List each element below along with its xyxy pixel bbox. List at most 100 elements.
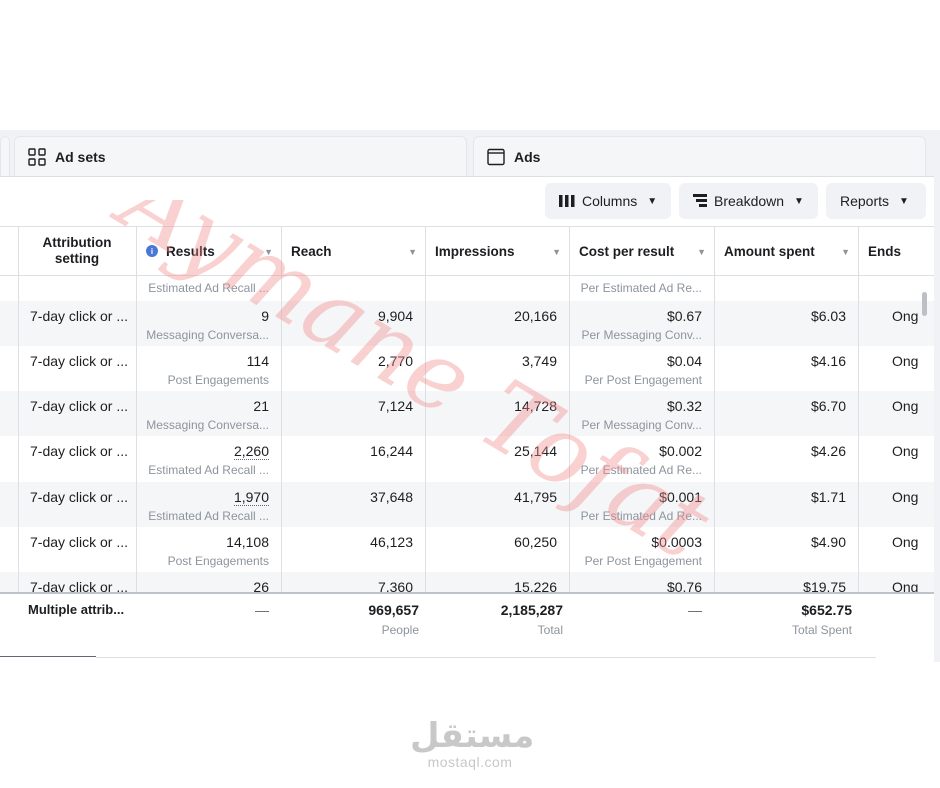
totals-impressions: 2,185,287	[500, 602, 563, 618]
header-reach[interactable]: Reach ▼	[281, 227, 425, 275]
impressions-value: 15,226	[514, 579, 557, 592]
attribution-value: 7-day click or ...	[30, 398, 129, 414]
cost-value: $0.76	[666, 579, 702, 592]
impressions-cell: 14,728	[425, 391, 569, 436]
mostaql-logo-latin: mostaql.com	[427, 754, 513, 770]
spent-cell: $1.71	[714, 482, 858, 527]
header-impressions[interactable]: Impressions ▼	[425, 227, 569, 275]
table-row[interactable]: 7-day click or ... 26 7,360 15,226 $0.76 $19.…	[0, 572, 934, 592]
impressions-cell: 60,250	[425, 527, 569, 572]
reach-value: 37,648	[370, 489, 413, 505]
ends-cell: Ong	[858, 482, 934, 527]
results-cell: 114 Post Engagements	[136, 346, 281, 391]
ends-value: Ong	[892, 489, 919, 505]
table-row[interactable]: 7-day click or ... 114 Post Engagements 2,7…	[0, 346, 934, 391]
table-row[interactable]: 7-day click or ... 21 Messaging Conversa..…	[0, 391, 934, 436]
breakdown-button[interactable]: Breakdown ▼	[679, 183, 818, 219]
header-attribution-setting[interactable]: Attribution setting	[18, 227, 136, 275]
ends-value: Ong	[892, 534, 919, 550]
chevron-down-icon: ▼	[794, 195, 804, 207]
table-row[interactable]: 7-day click or ... 2,260 Estimated Ad Reca…	[0, 436, 934, 481]
results-value: 1,970	[233, 489, 269, 506]
cost-sub: Per Post Engagement	[584, 373, 702, 387]
spent-cell: $6.03	[714, 301, 858, 346]
attribution-value: 7-day click or ...	[30, 489, 129, 505]
spent-cell: $4.90	[714, 527, 858, 572]
table-header: Attribution setting i Results ▼ Reach ▼ …	[0, 226, 934, 276]
impressions-cell: 15,226	[425, 572, 569, 592]
impressions-value: 41,795	[514, 489, 557, 505]
cost-sub: Per Messaging Conv...	[581, 418, 703, 432]
table-row-partial: Estimated Ad Recall ... Per Estimated Ad…	[0, 275, 934, 300]
horizontal-scrollbar[interactable]	[0, 656, 96, 657]
sort-caret-icon[interactable]: ▼	[264, 247, 273, 257]
results-cell: 26	[136, 572, 281, 592]
tab-ad-sets[interactable]: Ad sets	[14, 136, 467, 176]
header-cost-per-result[interactable]: Cost per result ▼	[569, 227, 714, 275]
spent-value: $1.71	[810, 489, 846, 505]
impressions-cell: 3,749	[425, 346, 569, 391]
spent-value: $6.70	[810, 398, 846, 414]
grid-icon	[27, 147, 47, 167]
breakdown-icon	[693, 194, 707, 208]
reach-cell: 7,124	[281, 391, 425, 436]
results-sub: Messaging Conversa...	[146, 328, 269, 342]
totals-reach-cell: 969,657 People	[281, 594, 425, 658]
cost-sub: Per Estimated Ad Re...	[580, 509, 702, 523]
totals-cost-cell: —	[569, 594, 714, 658]
ends-cell: Ong	[858, 572, 934, 592]
cost-cell: $0.04 Per Post Engagement	[569, 346, 714, 391]
table-row[interactable]: 7-day click or ... 9 Messaging Conversa...…	[0, 301, 934, 346]
header-results[interactable]: i Results ▼	[136, 227, 281, 275]
results-sub: Estimated Ad Recall ...	[148, 281, 269, 295]
header-ends[interactable]: Ends	[858, 227, 934, 275]
impressions-value: 25,144	[514, 443, 557, 459]
cost-cell: $0.001 Per Estimated Ad Re...	[569, 482, 714, 527]
totals-spent-cell: $652.75 Total Spent	[714, 594, 858, 658]
results-sub: Messaging Conversa...	[146, 418, 269, 432]
attribution-value: 7-day click or ...	[30, 579, 129, 592]
attribution-cell: 7-day click or ...	[18, 527, 136, 572]
sort-caret-icon[interactable]: ▼	[841, 247, 850, 257]
attribution-cell: 7-day click or ...	[18, 482, 136, 527]
impressions-value: 60,250	[514, 534, 557, 550]
chevron-down-icon: ▼	[899, 195, 909, 207]
table-row[interactable]: 7-day click or ... 1,970 Estimated Ad Reca…	[0, 482, 934, 527]
tab-campaigns-stub[interactable]	[0, 136, 10, 176]
columns-label: Columns	[582, 193, 638, 209]
impressions-cell: 41,795	[425, 482, 569, 527]
totals-results: —	[255, 602, 269, 618]
reach-cell: 2,770	[281, 346, 425, 391]
attribution-cell: 7-day click or ...	[18, 346, 136, 391]
results-cell: Estimated Ad Recall ...	[136, 275, 281, 300]
cost-value: $0.04	[666, 353, 702, 369]
sort-caret-icon[interactable]: ▼	[552, 247, 561, 257]
results-cell: 14,108 Post Engagements	[136, 527, 281, 572]
reports-label: Reports	[840, 193, 890, 209]
ends-value: Ong	[892, 308, 919, 324]
reports-button[interactable]: Reports ▼	[826, 183, 926, 219]
cost-value: $0.002	[659, 443, 702, 459]
results-cell: 9 Messaging Conversa...	[136, 301, 281, 346]
tab-ads[interactable]: Ads	[473, 136, 926, 176]
sort-caret-icon[interactable]: ▼	[697, 247, 706, 257]
table-row[interactable]: 7-day click or ... 14,108 Post Engagements…	[0, 527, 934, 572]
results-cell: 1,970 Estimated Ad Recall ...	[136, 482, 281, 527]
spent-cell: $6.70	[714, 391, 858, 436]
ends-value: Ong	[892, 398, 919, 414]
cost-value: $0.67	[666, 308, 702, 324]
attribution-value: 7-day click or ...	[30, 353, 129, 369]
impressions-cell: 25,144	[425, 436, 569, 481]
results-value: 21	[253, 398, 269, 414]
cost-cell: $0.002 Per Estimated Ad Re...	[569, 436, 714, 481]
columns-button[interactable]: Columns ▼	[545, 183, 671, 219]
results-value: 114	[246, 353, 269, 369]
reach-value: 2,770	[377, 353, 413, 369]
header-amount-spent[interactable]: Amount spent ▼	[714, 227, 858, 275]
attribution-value: 7-day click or ...	[30, 443, 129, 459]
results-cell: 2,260 Estimated Ad Recall ...	[136, 436, 281, 481]
vertical-scrollbar[interactable]	[922, 292, 927, 316]
reach-cell: 16,244	[281, 436, 425, 481]
sort-caret-icon[interactable]: ▼	[408, 247, 417, 257]
header-reach-label: Reach	[291, 243, 332, 259]
